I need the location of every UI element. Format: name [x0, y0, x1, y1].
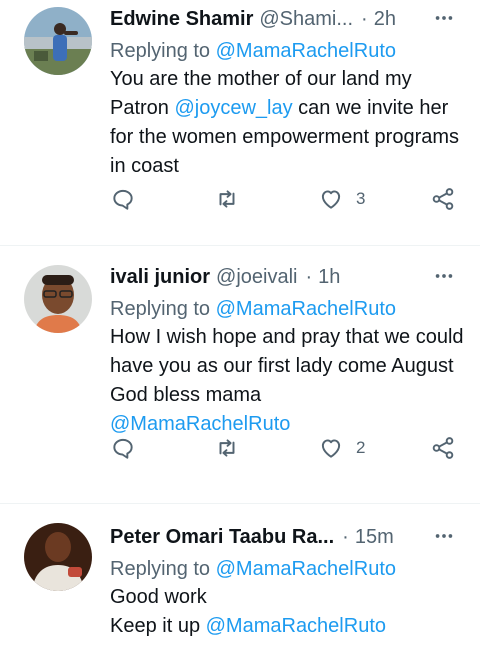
mention-link[interactable]: @joycew_lay — [174, 97, 292, 119]
timestamp[interactable]: 1h — [318, 266, 340, 289]
tweet-text: Good work Keep it up @MamaRachelRuto — [110, 583, 466, 641]
replying-label: Replying to — [110, 298, 211, 320]
like-count: 2 — [356, 438, 366, 457]
share-icon — [432, 188, 454, 210]
tweet[interactable]: Edwine Shamir @Shami... · 2h Replying to… — [0, 0, 480, 246]
tweet-text-line: Good work — [110, 586, 207, 608]
separator-dot: · — [342, 525, 349, 548]
like-button[interactable]: 2 — [318, 435, 365, 461]
avatar-image — [24, 523, 92, 591]
avatar[interactable] — [24, 265, 92, 333]
mention-link[interactable]: @MamaRachelRuto — [110, 413, 290, 435]
reply-button[interactable] — [110, 186, 136, 212]
more-icon[interactable] — [432, 8, 456, 28]
avatar[interactable] — [24, 523, 92, 591]
replying-to-line: Replying to @MamaRachelRuto — [110, 556, 466, 582]
tweet[interactable]: Peter Omari Taabu Ra... · 15m Replying t… — [0, 504, 480, 651]
like-icon — [321, 190, 341, 209]
replying-to-mention[interactable]: @MamaRachelRuto — [216, 298, 396, 320]
retweet-button[interactable] — [214, 186, 240, 212]
tweet[interactable]: ivali junior @joeivali · 1h Replying to … — [0, 246, 480, 504]
replying-to-mention[interactable]: @MamaRachelRuto — [216, 558, 396, 580]
replying-to-mention[interactable]: @MamaRachelRuto — [216, 40, 396, 62]
avatar[interactable] — [24, 7, 92, 75]
display-name[interactable]: Peter Omari Taabu Ra... — [110, 526, 334, 549]
replying-to-line: Replying to @MamaRachelRuto — [110, 296, 466, 322]
reply-icon — [113, 189, 133, 210]
replying-to-line: Replying to @MamaRachelRuto — [110, 38, 466, 64]
share-icon — [432, 437, 454, 459]
mention-link[interactable]: @MamaRachelRuto — [206, 615, 386, 637]
like-button[interactable]: 3 — [318, 186, 365, 212]
reply-icon — [113, 438, 133, 459]
user-handle[interactable]: @Shami... — [259, 8, 353, 31]
avatar-image — [24, 7, 92, 75]
like-count: 3 — [356, 189, 366, 208]
reply-button[interactable] — [110, 435, 136, 461]
tweet-text: How I wish hope and pray that we could h… — [110, 323, 466, 439]
more-icon[interactable] — [432, 266, 456, 286]
retweet-icon — [219, 439, 235, 457]
separator-dot: · — [361, 7, 368, 30]
display-name[interactable]: ivali junior — [110, 266, 210, 289]
timestamp[interactable]: 2h — [374, 8, 396, 31]
separator-dot: · — [305, 265, 313, 288]
tweet-text-part: How I wish hope and pray that we could h… — [110, 326, 464, 406]
user-handle[interactable]: @joeivali — [216, 266, 297, 289]
display-name[interactable]: Edwine Shamir — [110, 8, 253, 31]
share-button[interactable] — [430, 435, 456, 461]
retweet-button[interactable] — [214, 435, 240, 461]
share-button[interactable] — [430, 186, 456, 212]
like-icon — [321, 439, 341, 458]
tweet-text-part: Keep it up — [110, 615, 206, 637]
tweet-text: You are the mother of our land my Patron… — [110, 65, 466, 181]
more-icon[interactable] — [432, 526, 456, 546]
replying-label: Replying to — [110, 558, 211, 580]
avatar-image — [24, 265, 92, 333]
timestamp[interactable]: 15m — [355, 526, 394, 549]
replying-label: Replying to — [110, 40, 211, 62]
retweet-icon — [219, 190, 235, 208]
